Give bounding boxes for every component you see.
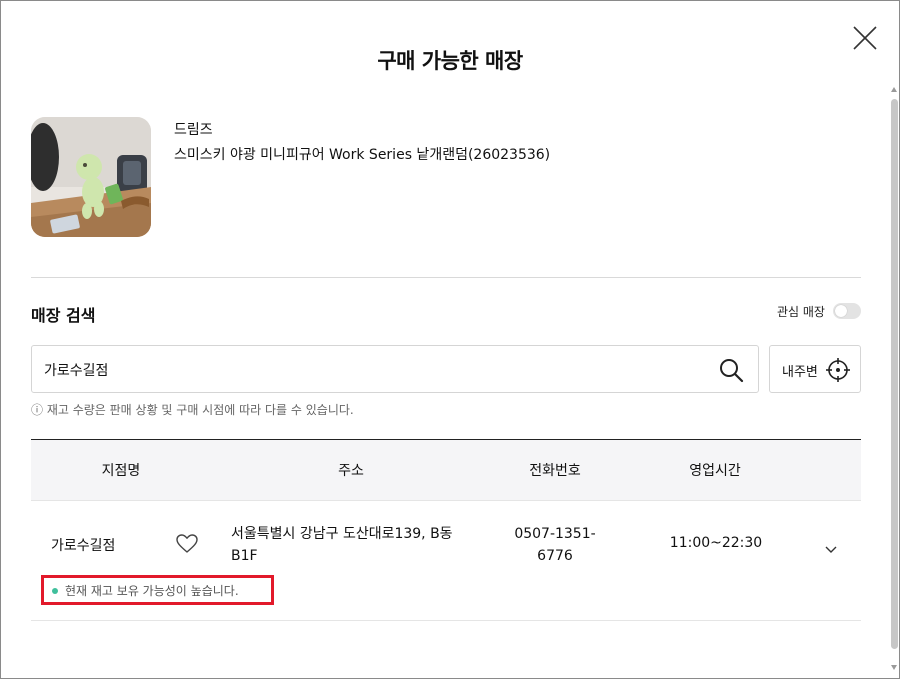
stock-status-text: 현재 재고 보유 가능성이 높습니다. xyxy=(65,584,239,598)
store-phone: 0507-1351-6776 xyxy=(514,526,596,564)
nearby-stores-button[interactable]: 내주변 xyxy=(769,345,861,393)
chevron-down-icon[interactable] xyxy=(825,539,837,553)
product-image xyxy=(31,117,151,237)
favorite-store-label: 관심 매장 xyxy=(777,305,825,319)
search-icon[interactable] xyxy=(718,357,744,383)
vertical-scrollbar[interactable] xyxy=(890,87,899,677)
store-hours: 11:00~22:30 xyxy=(669,535,763,551)
store-search-title: 매장 검색 xyxy=(31,306,96,325)
search-input[interactable] xyxy=(44,359,684,381)
table-header: 지점명 주소 전화번호 영업시간 xyxy=(31,440,861,501)
header-branch: 지점명 xyxy=(101,463,141,479)
header-address: 주소 xyxy=(338,463,364,479)
scroll-down-icon[interactable] xyxy=(891,665,897,670)
product-brand: 드림즈 xyxy=(174,122,213,138)
heart-icon[interactable] xyxy=(176,534,198,554)
crosshair-icon xyxy=(826,358,850,382)
scroll-up-icon[interactable] xyxy=(891,87,897,92)
header-hours: 영업시간 xyxy=(689,463,741,479)
store-address: 서울특별시 강남구 도산대로139, B동 B1F xyxy=(231,526,453,564)
scroll-thumb[interactable] xyxy=(891,99,898,649)
header-phone: 전화번호 xyxy=(529,463,581,479)
stock-status-dot xyxy=(52,588,58,594)
nearby-label: 내주변 xyxy=(782,365,818,380)
search-box xyxy=(31,345,759,393)
stock-status-highlight: 현재 재고 보유 가능성이 높습니다. xyxy=(41,575,274,605)
divider xyxy=(31,277,861,278)
stock-notice: ⓘ 재고 수량은 판매 상황 및 구매 시점에 따라 다를 수 있습니다. xyxy=(31,403,354,417)
store-name: 가로수길점 xyxy=(51,538,116,554)
toggle-knob xyxy=(835,305,847,317)
product-name: 스미스키 야광 미니피규어 Work Series 낱개랜덤(26023536) xyxy=(174,147,551,163)
favorite-store-toggle[interactable] xyxy=(833,303,861,319)
store-availability-modal: 구매 가능한 매장 드림즈 스미스키 야광 미니피규어 Work Series … xyxy=(0,0,900,679)
close-icon[interactable] xyxy=(852,25,878,51)
table-row[interactable]: 가로수길점 서울특별시 강남구 도산대로139, B동 B1F 0507-135… xyxy=(31,502,861,621)
modal-title: 구매 가능한 매장 xyxy=(377,49,523,73)
